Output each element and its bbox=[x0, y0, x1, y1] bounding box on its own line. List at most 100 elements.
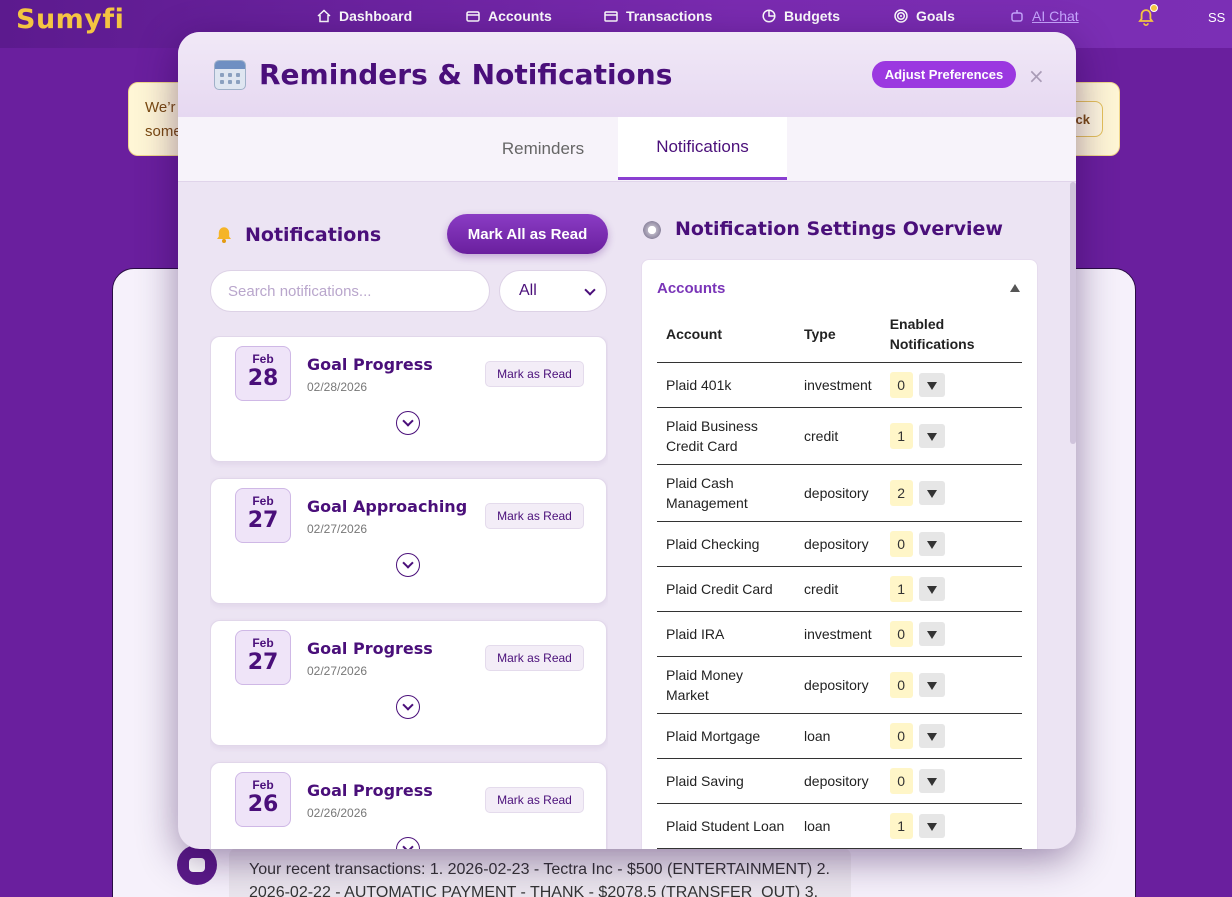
search-input[interactable]: Search notifications... bbox=[210, 270, 490, 312]
settings-heading: Notification Settings Overview bbox=[675, 218, 1003, 240]
table-row: Plaid IRA investment 0 bbox=[657, 611, 1022, 657]
account-type: investment bbox=[795, 362, 881, 408]
enabled-cell: 1 bbox=[880, 407, 1022, 465]
notification-title: Goal Progress bbox=[307, 781, 433, 800]
table-row: Plaid Student Loan loan 1 bbox=[657, 803, 1022, 849]
notifications-modal: Reminders & Notifications Adjust Prefere… bbox=[178, 32, 1076, 849]
dropdown-toggle-icon[interactable] bbox=[918, 768, 945, 793]
nav-label: AI Chat bbox=[1032, 8, 1079, 24]
mark-as-read-button[interactable]: Mark as Read bbox=[485, 787, 584, 813]
app-logo[interactable]: Sumyfi bbox=[16, 4, 124, 35]
expand-chevron-icon[interactable] bbox=[396, 411, 420, 435]
table-row: Plaid Mortgage loan 0 bbox=[657, 713, 1022, 759]
dropdown-toggle-icon[interactable] bbox=[918, 621, 945, 646]
account-type: depository bbox=[795, 758, 881, 804]
account-name: Plaid Student Loan bbox=[657, 803, 795, 849]
enabled-count: 0 bbox=[889, 671, 913, 698]
enabled-cell: 1 bbox=[880, 803, 1022, 849]
modal-title: Reminders & Notifications bbox=[259, 58, 673, 91]
modal-header: Reminders & Notifications Adjust Prefere… bbox=[178, 32, 1076, 117]
target-icon bbox=[894, 9, 908, 23]
dropdown-toggle-icon[interactable] bbox=[918, 531, 945, 556]
dropdown-toggle-icon[interactable] bbox=[918, 423, 945, 448]
filter-select[interactable]: All bbox=[499, 270, 607, 312]
expand-chevron-icon[interactable] bbox=[396, 553, 420, 577]
enabled-cell: 0 bbox=[880, 521, 1022, 567]
enabled-count: 0 bbox=[889, 530, 913, 557]
date-badge: Feb 27 bbox=[235, 630, 291, 685]
nav-label: Accounts bbox=[488, 8, 552, 24]
account-name: Plaid IRA bbox=[657, 611, 795, 657]
notification-date: 02/28/2026 bbox=[307, 380, 368, 394]
modal-scrollbar[interactable] bbox=[1070, 182, 1076, 444]
notification-bell-button[interactable] bbox=[1136, 4, 1158, 26]
account-type: depository bbox=[795, 521, 881, 567]
table-row: Plaid 401k investment 0 bbox=[657, 362, 1022, 408]
nav-transactions[interactable]: Transactions bbox=[604, 8, 712, 24]
settings-panel: Accounts Account Type Enabled Notificati… bbox=[641, 259, 1038, 849]
expand-chevron-icon[interactable] bbox=[396, 837, 420, 849]
adjust-preferences-button[interactable]: Adjust Preferences bbox=[872, 61, 1016, 88]
notification-list: Feb 28 Goal Progress 02/28/2026 Mark as R… bbox=[210, 336, 608, 849]
account-type: depository bbox=[795, 656, 881, 714]
close-icon[interactable]: × bbox=[1028, 65, 1045, 87]
nav-goals[interactable]: Goals bbox=[894, 8, 955, 24]
account-name: Plaid Mortgage bbox=[657, 713, 795, 759]
notification-card: Feb 26 Goal Progress 02/26/2026 Mark as R… bbox=[210, 762, 607, 849]
mark-as-read-button[interactable]: Mark as Read bbox=[485, 361, 584, 387]
enabled-cell: 2 bbox=[880, 464, 1022, 522]
account-name: Plaid Cash Management bbox=[657, 464, 795, 522]
dropdown-toggle-icon[interactable] bbox=[918, 813, 945, 838]
enabled-cell: 0 bbox=[880, 656, 1022, 714]
chevron-down-icon bbox=[584, 284, 596, 296]
tab-reminders[interactable]: Reminders bbox=[468, 117, 618, 180]
robot-icon bbox=[1011, 10, 1023, 22]
account-type: loan bbox=[795, 803, 881, 849]
gear-icon bbox=[642, 220, 662, 240]
enabled-cell: 0 bbox=[880, 611, 1022, 657]
enabled-cell: 0 bbox=[880, 713, 1022, 759]
notification-card: Feb 28 Goal Progress 02/28/2026 Mark as R… bbox=[210, 336, 607, 462]
table-row: Plaid Cash Management depository 2 bbox=[657, 464, 1022, 522]
wallet-icon bbox=[466, 11, 480, 22]
mark-as-read-button[interactable]: Mark as Read bbox=[485, 503, 584, 529]
date-badge: Feb 28 bbox=[235, 346, 291, 401]
home-icon bbox=[317, 9, 331, 23]
notification-date: 02/26/2026 bbox=[307, 806, 368, 820]
calendar-icon bbox=[214, 60, 246, 90]
mark-all-read-button[interactable]: Mark All as Read bbox=[447, 214, 608, 254]
enabled-count: 1 bbox=[889, 422, 913, 449]
dropdown-toggle-icon[interactable] bbox=[918, 372, 945, 397]
dropdown-toggle-icon[interactable] bbox=[918, 723, 945, 748]
notification-date: 02/27/2026 bbox=[307, 522, 368, 536]
dropdown-toggle-icon[interactable] bbox=[918, 576, 945, 601]
nav-label: Transactions bbox=[626, 8, 713, 24]
nav-accounts[interactable]: Accounts bbox=[466, 8, 552, 24]
nav-label: Dashboard bbox=[339, 8, 413, 24]
mark-as-read-button[interactable]: Mark as Read bbox=[485, 645, 584, 671]
accounts-section-label[interactable]: Accounts bbox=[657, 280, 725, 297]
nav-dashboard[interactable]: Dashboard bbox=[317, 8, 412, 24]
unread-dot bbox=[1150, 4, 1158, 12]
nav-ai-chat[interactable]: AI Chat bbox=[1010, 8, 1079, 24]
collapse-caret-icon[interactable] bbox=[1010, 284, 1020, 292]
enabled-count: 0 bbox=[889, 767, 913, 794]
col-account: Account bbox=[657, 306, 795, 363]
dropdown-toggle-icon[interactable] bbox=[918, 672, 945, 697]
banner-text: We’r bbox=[145, 99, 176, 116]
table-row: Plaid Money Market depository 0 bbox=[657, 656, 1022, 714]
nav-label: Budgets bbox=[784, 8, 840, 24]
expand-chevron-icon[interactable] bbox=[396, 695, 420, 719]
date-badge: Feb 26 bbox=[235, 772, 291, 827]
date-badge: Feb 27 bbox=[235, 488, 291, 543]
col-type: Type bbox=[795, 306, 881, 363]
notification-card: Feb 27 Goal Progress 02/27/2026 Mark as R… bbox=[210, 620, 607, 746]
user-avatar[interactable]: SS bbox=[1208, 10, 1225, 25]
tab-notifications[interactable]: Notifications bbox=[618, 117, 787, 180]
account-name: Plaid Money Market bbox=[657, 656, 795, 714]
dropdown-toggle-icon[interactable] bbox=[918, 480, 945, 505]
col-enabled: Enabled Notifications bbox=[880, 306, 1022, 363]
table-row: Plaid Saving depository 0 bbox=[657, 758, 1022, 804]
account-type: investment bbox=[795, 611, 881, 657]
nav-budgets[interactable]: Budgets bbox=[762, 8, 840, 24]
